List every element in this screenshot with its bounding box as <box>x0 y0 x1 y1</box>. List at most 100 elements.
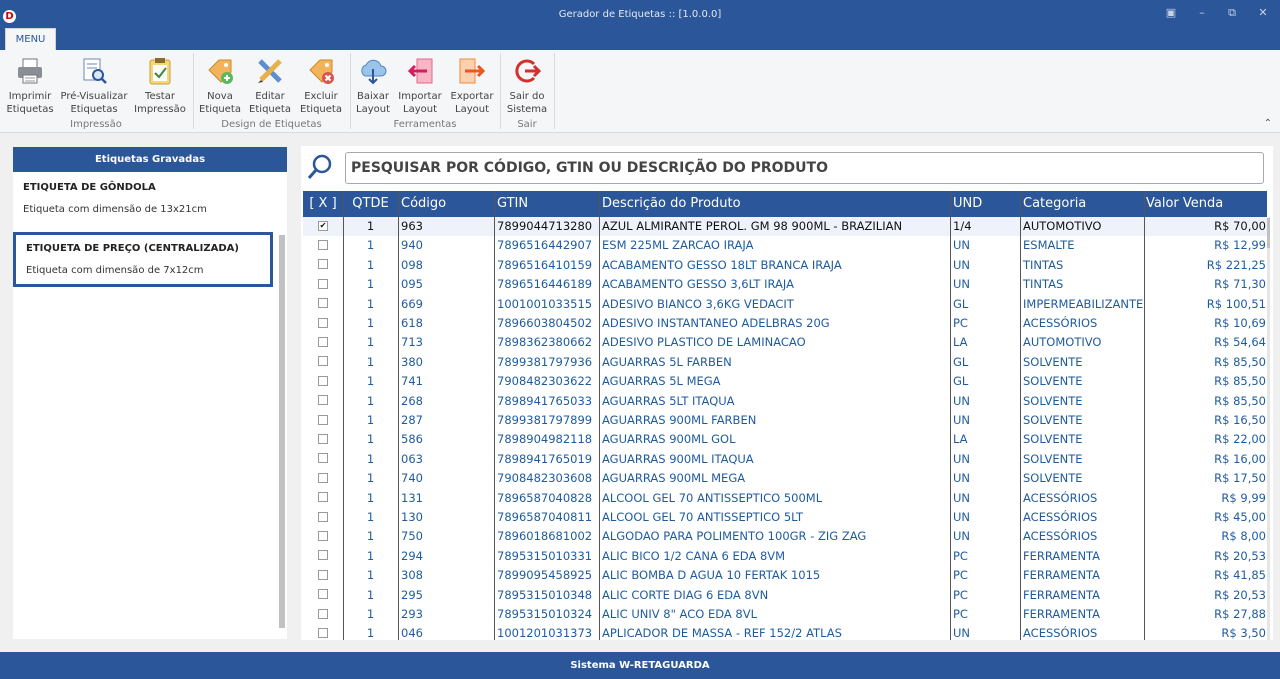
checkbox[interactable] <box>318 608 328 619</box>
search-input[interactable]: PESQUISAR POR CÓDIGO, GTIN OU DESCRIÇÃO … <box>345 152 1264 184</box>
exit-system-button[interactable]: Sair do Sistema <box>505 54 549 118</box>
new-label-button[interactable]: Nova Etiqueta <box>198 54 242 118</box>
export-layout-line2: Layout <box>455 104 489 115</box>
cell-categoria: SOLVENTE <box>1023 451 1083 466</box>
checkbox[interactable] <box>318 589 328 600</box>
collapse-ribbon-icon[interactable]: ⌃ <box>1264 118 1272 129</box>
col-header-select[interactable]: [ X ] <box>303 191 343 217</box>
checkbox[interactable] <box>318 433 328 444</box>
table-row[interactable]: 1 295 7895315010348 ALIC CORTE DIAG 6 EDA 8… <box>303 586 1267 605</box>
table-row[interactable]: 1 063 7898941765019 AGUARRAS 900ML ITAQUA UN… <box>303 450 1267 469</box>
group-divider <box>350 53 351 129</box>
cell-descricao: AGUARRAS 900ML ITAQUA <box>602 451 754 466</box>
checkbox[interactable] <box>318 259 328 270</box>
grid-line <box>398 191 399 640</box>
products-panel: PESQUISAR POR CÓDIGO, GTIN OU DESCRIÇÃO … <box>301 146 1273 640</box>
col-header-categoria[interactable]: Categoria <box>1020 191 1144 217</box>
checkbox[interactable] <box>318 569 328 580</box>
saved-label-item-selected[interactable]: ETIQUETA DE PREÇO (CENTRALIZADA) Etiquet… <box>13 232 273 287</box>
checkbox[interactable] <box>318 298 328 309</box>
checkbox-checked[interactable]: ✔ <box>318 220 328 231</box>
table-row[interactable]: 1 131 7896587040828 ALCOOL GEL 70 ANTISSEPT… <box>303 489 1267 508</box>
print-labels-button[interactable]: Imprimir Etiquetas <box>5 54 55 118</box>
checkbox[interactable] <box>318 278 328 289</box>
status-bar: Sistema W-RETAGUARDA <box>0 652 1280 679</box>
table-row[interactable]: 1 130 7896587040811 ALCOOL GEL 70 ANTISSEPT… <box>303 508 1267 527</box>
table-row[interactable]: 1 741 7908482303622 AGUARRAS 5L MEGA GL SOLVE… <box>303 372 1267 391</box>
checkbox[interactable] <box>318 356 328 367</box>
cell-descricao: ALCOOL GEL 70 ANTISSEPTICO 500ML <box>602 490 823 505</box>
cell-qtde: 1 <box>366 374 375 389</box>
checkbox[interactable] <box>318 492 328 503</box>
table-row[interactable]: 1 750 7896018681002 ALGODAO PARA POLIMENTO … <box>303 527 1267 546</box>
cell-codigo: 046 <box>401 626 423 640</box>
checkbox[interactable] <box>318 317 328 328</box>
table-row[interactable]: 1 940 7896516442907 ESM 225ML ZARCAO IRAJA… <box>303 236 1267 255</box>
checkbox[interactable] <box>318 550 328 561</box>
col-header-und[interactable]: UND <box>950 191 1020 217</box>
cell-descricao: AGUARRAS 900ML FARBEN <box>602 413 757 427</box>
table-row[interactable]: 1 740 7908482303608 AGUARRAS 900ML MEGA UN SO… <box>303 469 1267 488</box>
table-row[interactable]: 1 669 1001001033515 ADESIVO BIANCO 3,6KG VE… <box>303 295 1267 314</box>
edit-label-button[interactable]: Editar Etiqueta <box>247 54 293 118</box>
saved-label-title: ETIQUETA DE PREÇO (CENTRALIZADA) <box>26 243 239 254</box>
checkbox[interactable] <box>318 375 328 386</box>
table-scrollbar-thumb[interactable] <box>1267 218 1270 248</box>
search-icon[interactable] <box>306 153 334 181</box>
grid-line <box>1144 191 1145 640</box>
table-row[interactable]: ✔ 1 963 7899044713280 AZUL ALMIRANTE PEROL.… <box>303 217 1267 237</box>
cell-codigo: 295 <box>401 587 423 602</box>
checkbox[interactable] <box>318 336 328 347</box>
col-header-descricao[interactable]: Descrição do Produto <box>599 191 950 217</box>
checkbox[interactable] <box>318 472 328 483</box>
table-row[interactable]: 1 294 7895315010331 ALIC BICO 1/2 CANA 6 ED… <box>303 547 1267 566</box>
table-row[interactable]: 1 380 7899381797936 AGUARRAS 5L FARBEN GL SOL… <box>303 353 1267 372</box>
table-scrollbar[interactable] <box>1267 217 1270 640</box>
table-row[interactable]: 1 287 7899381797899 AGUARRAS 900ML FARBEN UN… <box>303 411 1267 430</box>
grid-line <box>494 191 495 640</box>
checkbox[interactable] <box>318 395 328 406</box>
cell-und: UN <box>953 626 971 640</box>
tab-menu[interactable]: MENU <box>5 28 56 50</box>
table-row[interactable]: 1 046 1001201031373 APLICADOR DE MASSA - RE… <box>303 624 1267 640</box>
cell-qtde: 1 <box>366 587 375 602</box>
table-row[interactable]: 1 308 7899095458925 ALIC BOMBA D AGUA 10 FE… <box>303 566 1267 585</box>
checkbox[interactable] <box>318 453 328 464</box>
cell-gtin: 7896516410159 <box>497 257 593 272</box>
saved-labels-scrollbar[interactable] <box>279 235 285 628</box>
checkbox[interactable] <box>318 414 328 425</box>
checkbox[interactable] <box>318 627 328 638</box>
checkbox[interactable] <box>318 239 328 250</box>
table-row[interactable]: 1 618 7896603804502 ADESIVO INSTANTANEO ADE… <box>303 314 1267 333</box>
export-layout-button[interactable]: Exportar Layout <box>448 54 496 118</box>
cell-categoria: ACESSÓRIOS <box>1023 529 1098 544</box>
tag-add-icon <box>205 56 235 86</box>
close-icon[interactable]: ✕ <box>1255 6 1271 20</box>
cell-select <box>303 566 343 585</box>
cell-select <box>303 372 343 391</box>
maximize-icon[interactable]: ⧉ <box>1224 6 1240 20</box>
test-print-button[interactable]: Testar Impressão <box>133 54 187 118</box>
col-header-valor[interactable]: Valor Venda <box>1144 191 1267 217</box>
preview-labels-button[interactable]: Pré-Visualizar Etiquetas <box>60 54 128 118</box>
table-row[interactable]: 1 095 7896516446189 ACABAMENTO GESSO 3,6LT … <box>303 275 1267 294</box>
saved-label-item[interactable]: ETIQUETA DE GÔNDOLA Etiqueta com dimensã… <box>13 174 273 223</box>
download-layout-button[interactable]: Baixar Layout <box>354 54 392 118</box>
import-layout-button[interactable]: Importar Layout <box>397 54 443 118</box>
restore-icon[interactable]: ▣ <box>1163 6 1179 20</box>
table-row[interactable]: 1 098 7896516410159 ACABAMENTO GESSO 18LT B… <box>303 256 1267 275</box>
cell-codigo: 741 <box>401 374 423 389</box>
delete-label-line1: Excluir <box>304 91 338 102</box>
delete-label-button[interactable]: Excluir Etiqueta <box>298 54 344 118</box>
grid-line <box>343 191 344 640</box>
checkbox[interactable] <box>318 530 328 541</box>
col-header-qtde[interactable]: QTDE <box>343 191 398 217</box>
col-header-codigo[interactable]: Código <box>398 191 494 217</box>
col-header-gtin[interactable]: GTIN <box>494 191 599 217</box>
checkbox[interactable] <box>318 511 328 522</box>
table-row[interactable]: 1 586 7898904982118 AGUARRAS 900ML GOL LA SOL… <box>303 430 1267 449</box>
minimize-icon[interactable]: – <box>1194 6 1210 20</box>
table-row[interactable]: 1 293 7895315010324 ALIC UNIV 8" ACO EDA 8V… <box>303 605 1267 624</box>
table-row[interactable]: 1 268 7898941765033 AGUARRAS 5LT ITAQUA UN SO… <box>303 392 1267 411</box>
table-row[interactable]: 1 713 7898362380662 ADESIVO PLASTICO DE LAM… <box>303 333 1267 352</box>
